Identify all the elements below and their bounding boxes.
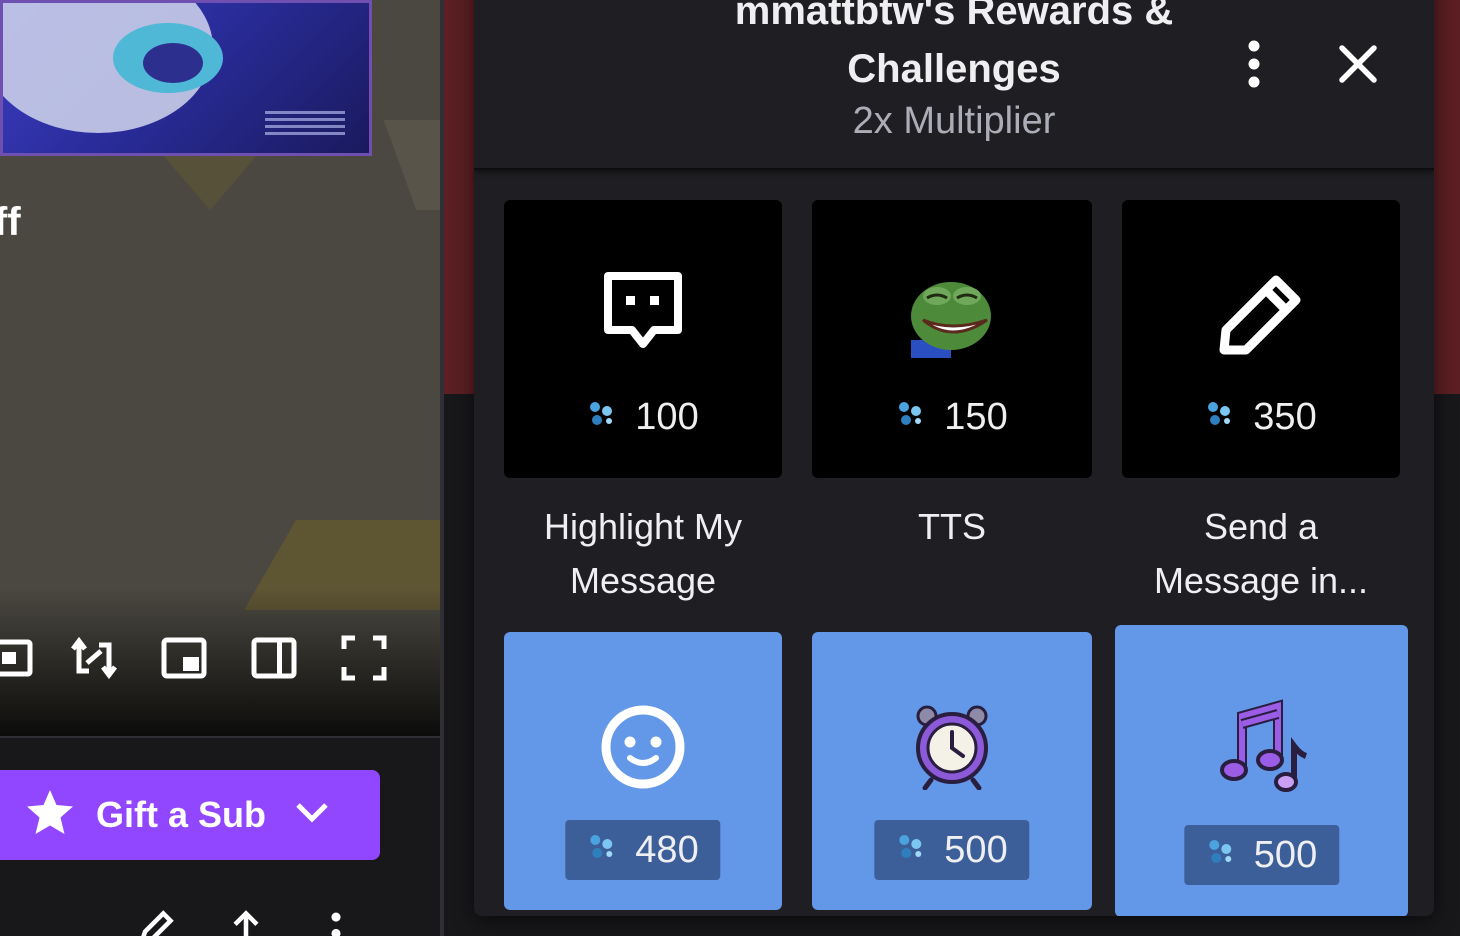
reward-cost: 350 [1122,396,1400,439]
more-options-icon[interactable] [316,906,356,936]
chevron-down-icon[interactable] [292,793,332,838]
app-root: ff Gift a Sub mmattbtw's Rewards & Chall… [0,0,1460,936]
rewards-panel-header: mmattbtw's Rewards & Challenges 2x Multi… [474,0,1434,170]
reward-tile[interactable]: 500 [1115,625,1408,916]
reward-cost: 480 [565,820,721,880]
reward-name: Highlight My Message [543,506,743,601]
divider [0,736,440,738]
video-player[interactable]: ff [0,0,440,738]
reward-cost-value: 500 [944,828,1008,871]
theatre-mode-icon[interactable] [0,630,42,686]
reward-smiley[interactable]: 480 [504,632,782,910]
chat-highlight-icon [504,270,782,360]
pepe-laugh-emote [812,270,1092,360]
reward-cost-value: 480 [635,828,699,871]
reward-cost: 500 [874,820,1030,880]
gift-a-sub-button[interactable]: Gift a Sub [0,770,380,860]
reward-cost: 150 [812,396,1092,439]
gift-a-sub-label: Gift a Sub [96,794,266,835]
reward-cost-value: 100 [635,396,699,438]
player-controls [0,630,440,690]
chat-action-icons [0,900,440,936]
close-icon[interactable] [1330,36,1386,92]
reward-cost-value: 350 [1253,396,1317,438]
panel-title-line1: mmattbtw's Rewards & [734,0,1174,33]
reward-cost: 500 [1183,825,1340,885]
reward-name: TTS [918,506,986,547]
reward-highlight-my-message[interactable]: 100 Highlight My Message [504,200,782,608]
reward-tts[interactable]: 150 TTS [812,200,1092,554]
fullscreen-icon[interactable] [336,630,392,686]
star-icon [24,787,76,844]
panel-title-line2: Challenges [847,47,1061,91]
reward-name: Send a Message in... [1153,506,1369,601]
reward-tile[interactable]: 480 [504,632,782,910]
channel-points-icon [1206,834,1236,877]
reward-send-a-message[interactable]: 350 Send a Message in... [1122,200,1400,608]
video-frame-shape [383,120,440,210]
channel-points-icon [896,829,926,872]
reward-tile[interactable]: 100 [504,200,782,478]
channel-points-icon [587,829,617,872]
reward-cost-value: 500 [1253,833,1318,876]
sidebar-toggle-icon[interactable] [246,630,302,686]
pencil-icon[interactable] [136,906,176,936]
reward-music[interactable]: 500 [1115,625,1408,916]
picture-in-picture-icon[interactable] [156,630,212,686]
music-notes-icon [1115,699,1408,792]
reward-tile[interactable]: 350 [1122,200,1400,478]
video-overlay-text: ff [0,200,21,244]
alarm-clock-icon [812,700,1092,790]
upload-arrow-icon[interactable] [226,906,266,936]
pencil-icon [1122,270,1400,360]
channel-points-icon [1205,396,1235,439]
stream-preview-thumbnail[interactable] [0,0,372,156]
panel-more-options-icon[interactable] [1226,36,1282,92]
reward-tile[interactable]: 150 [812,200,1092,478]
reward-tile[interactable]: 500 [812,632,1092,910]
reward-cost-value: 150 [944,396,1008,438]
channel-points-icon [896,396,926,439]
swap-icon[interactable] [66,630,122,686]
preview-watermark [265,107,345,141]
rewards-panel: mmattbtw's Rewards & Challenges 2x Multi… [474,0,1434,916]
channel-points-icon [587,396,617,439]
preview-shape [143,43,203,83]
multiplier-subtitle: 2x Multiplier [852,100,1056,142]
reward-cost: 100 [504,396,782,439]
reward-alarm-clock[interactable]: 500 [812,632,1092,910]
smiley-icon [504,702,782,792]
panel-title: mmattbtw's Rewards & Challenges [634,0,1274,98]
